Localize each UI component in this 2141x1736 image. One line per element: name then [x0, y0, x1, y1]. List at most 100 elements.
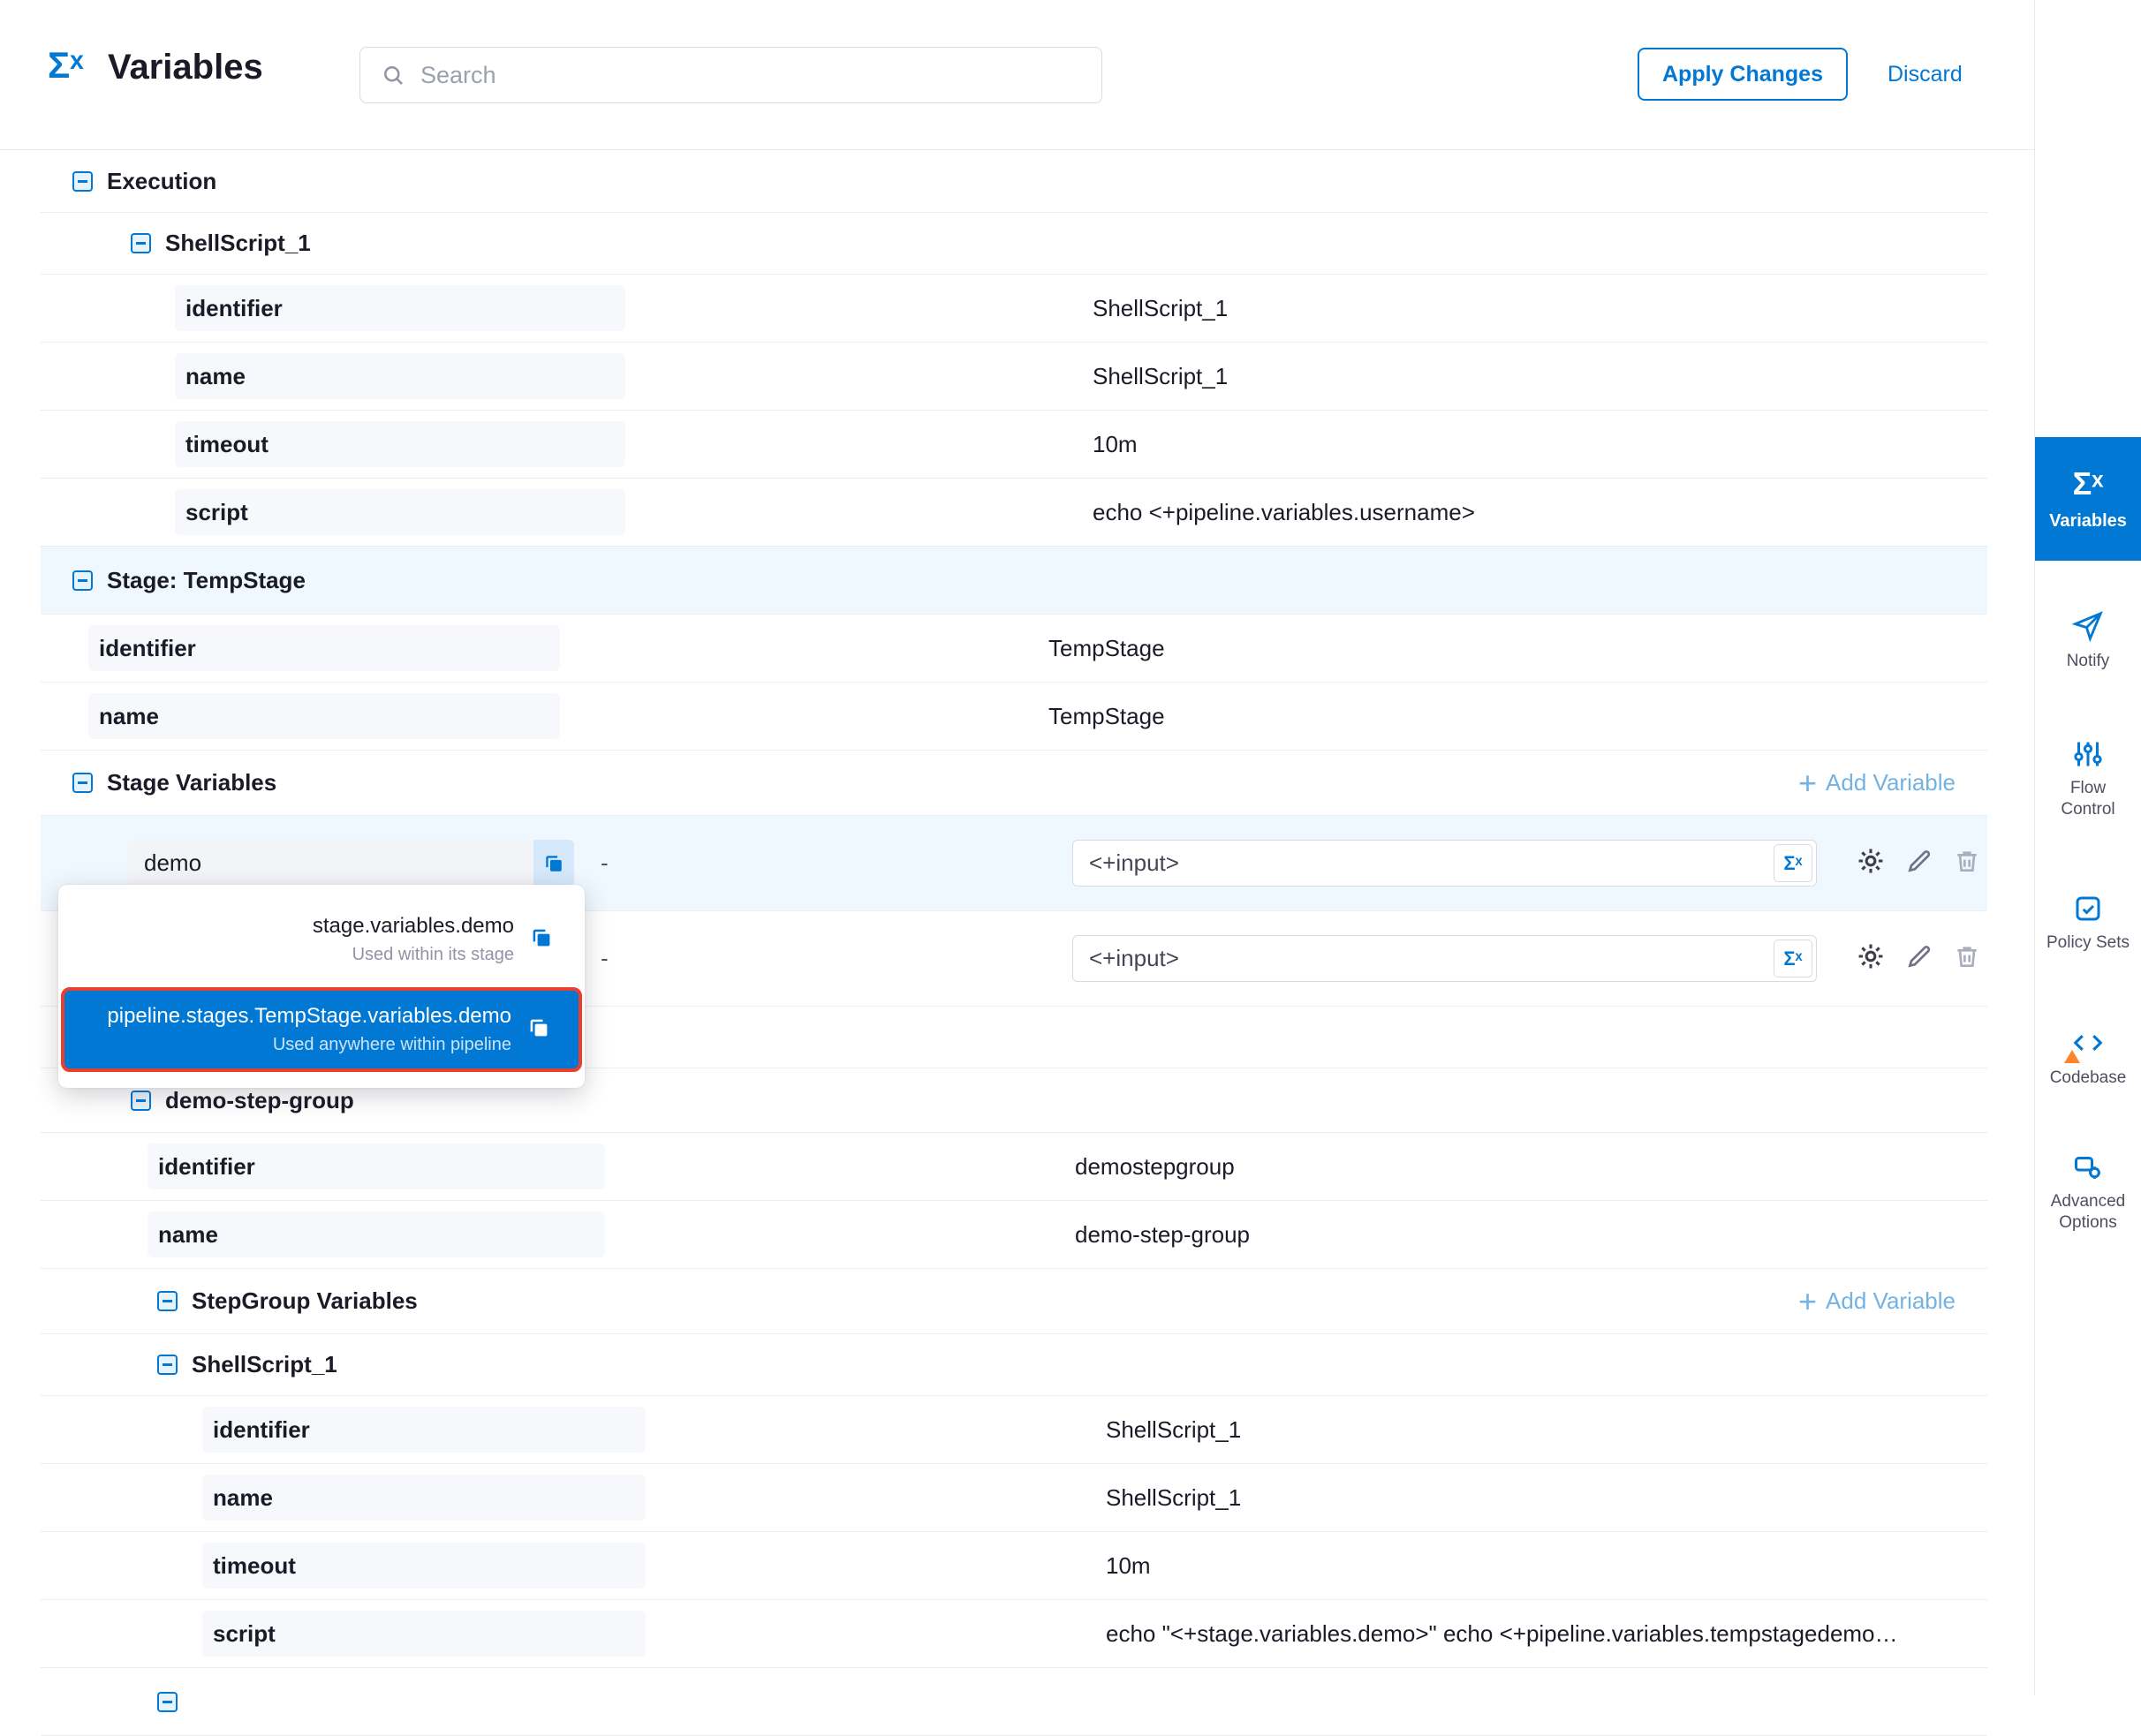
sidebar-item-variables[interactable]: Σˣ Variables: [2035, 437, 2141, 561]
value-text: ShellScript_1: [1093, 363, 1228, 390]
collapse-icon[interactable]: [131, 1091, 151, 1111]
reference-scope-hint: Used anywhere within pipeline: [107, 1035, 511, 1055]
section-row-stepgroup-variables: StepGroup Variables + Add Variable: [41, 1269, 1987, 1334]
delete-icon[interactable]: [1953, 942, 1981, 975]
variable-name-field[interactable]: demo: [128, 840, 574, 887]
reference-option-pipeline-scope[interactable]: pipeline.stages.TempStage.variables.demo…: [61, 987, 582, 1072]
key-pill: name: [202, 1475, 646, 1521]
section-row-stage-tempstage: Stage: TempStage: [41, 547, 1987, 615]
value-text: ShellScript_1: [1106, 1416, 1241, 1444]
variable-value-input[interactable]: <+input> Σˣ: [1072, 840, 1817, 887]
value-text: TempStage: [1048, 703, 1165, 730]
key-label: identifier: [185, 295, 283, 322]
collapse-icon[interactable]: [72, 171, 93, 192]
reference-option-stage-scope[interactable]: stage.variables.demo Used within its sta…: [58, 901, 585, 978]
key-label: script: [213, 1620, 276, 1648]
key-label: name: [99, 703, 159, 730]
key-pill: name: [88, 693, 560, 739]
value-text: ShellScript_1: [1093, 295, 1228, 322]
plus-icon: +: [1798, 767, 1817, 799]
value-text: demostepgroup: [1075, 1153, 1235, 1181]
search-input[interactable]: [420, 62, 1039, 89]
add-variable-button[interactable]: + Add Variable: [1798, 767, 1956, 799]
checkbox-check-icon: [2072, 893, 2104, 925]
kv-row-timeout: timeout 10m: [41, 411, 1987, 479]
kv-row-name: name TempStage: [41, 683, 1987, 751]
sidebar-item-label: Codebase: [2050, 1068, 2127, 1089]
kv-row-identifier: identifier demostepgroup: [41, 1133, 1987, 1201]
reference-path: pipeline.stages.TempStage.variables.demo: [107, 1004, 511, 1029]
variable-name: demo: [144, 849, 201, 877]
variables-sigma-icon: Σˣ: [2073, 465, 2104, 502]
collapse-icon[interactable]: [157, 1291, 178, 1311]
section-row-partial: [41, 1668, 1987, 1736]
value-text: echo "<+stage.variables.demo>" echo <+pi…: [1106, 1620, 1898, 1648]
sidebar-item-policy-sets[interactable]: Policy Sets: [2035, 871, 2141, 975]
required-dash: -: [601, 849, 609, 877]
collapse-icon[interactable]: [157, 1355, 178, 1375]
sidebar-item-flow-control[interactable]: Flow Control: [2035, 727, 2141, 831]
key-label: timeout: [213, 1552, 296, 1580]
key-pill: timeout: [202, 1543, 646, 1589]
copy-icon[interactable]: [528, 925, 555, 955]
reference-scope-hint: Used within its stage: [313, 945, 514, 965]
sidebar-item-label: Policy Sets: [2046, 932, 2130, 954]
required-dash: -: [601, 945, 609, 972]
section-label: Stage Variables: [107, 769, 276, 796]
collapse-icon[interactable]: [131, 233, 151, 253]
kv-row-identifier: identifier ShellScript_1: [41, 1396, 1987, 1464]
expression-button[interactable]: Σˣ: [1774, 844, 1812, 882]
page-title: Variables: [108, 48, 263, 87]
delete-icon[interactable]: [1953, 847, 1981, 879]
section-label: Stage: TempStage: [107, 567, 306, 594]
value-text: demo-step-group: [1075, 1221, 1250, 1249]
add-variable-label: Add Variable: [1826, 1287, 1956, 1315]
copy-icon[interactable]: [526, 1015, 552, 1045]
key-label: identifier: [213, 1416, 310, 1444]
collapse-icon[interactable]: [72, 570, 93, 591]
key-label: identifier: [158, 1153, 255, 1181]
kv-row-script: script echo <+pipeline.variables.usernam…: [41, 479, 1987, 547]
value-text: ShellScript_1: [1106, 1484, 1241, 1512]
gear-icon: [2072, 1151, 2104, 1183]
section-label: ShellScript_1: [192, 1351, 337, 1378]
sidebar-item-label: Advanced Options: [2042, 1191, 2134, 1234]
sidebar-item-advanced-options[interactable]: Advanced Options: [2035, 1139, 2141, 1245]
add-variable-label: Add Variable: [1826, 769, 1956, 796]
code-brackets-icon: [2071, 1026, 2105, 1060]
section-row-execution: Execution: [41, 151, 1987, 213]
search-box[interactable]: [359, 47, 1102, 103]
collapse-icon[interactable]: [72, 773, 93, 793]
apply-changes-button[interactable]: Apply Changes: [1638, 48, 1848, 101]
edit-icon[interactable]: [1905, 942, 1933, 975]
variables-sigma-icon: Σˣ: [48, 44, 84, 87]
key-label: name: [213, 1484, 273, 1512]
key-pill: identifier: [88, 625, 560, 671]
variable-value-input[interactable]: <+input> Σˣ: [1072, 935, 1817, 982]
key-pill: identifier: [175, 285, 625, 331]
settings-icon[interactable]: [1856, 846, 1886, 880]
warning-triangle-icon: [2064, 1050, 2080, 1063]
reference-path: stage.variables.demo: [313, 914, 514, 939]
sidebar-item-notify[interactable]: Notify: [2035, 600, 2141, 680]
edit-icon[interactable]: [1905, 847, 1933, 879]
discard-button[interactable]: Discard: [1888, 48, 1963, 101]
paper-plane-icon: [2071, 609, 2105, 643]
section-row-stage-variables: Stage Variables + Add Variable: [41, 751, 1987, 816]
collapse-icon[interactable]: [157, 1692, 178, 1712]
key-label: name: [158, 1221, 218, 1249]
expression-button[interactable]: Σˣ: [1774, 940, 1812, 977]
section-label: StepGroup Variables: [192, 1287, 418, 1315]
search-icon: [380, 62, 406, 88]
add-variable-button[interactable]: + Add Variable: [1798, 1286, 1956, 1317]
copy-icon[interactable]: [533, 840, 574, 887]
value-text: TempStage: [1048, 635, 1165, 662]
sliders-icon: [2072, 738, 2104, 770]
key-label: timeout: [185, 431, 269, 458]
sidebar-item-codebase[interactable]: Codebase: [2035, 1015, 2141, 1099]
kv-row-script: script echo "<+stage.variables.demo>" ec…: [41, 1600, 1987, 1668]
settings-icon[interactable]: [1856, 941, 1886, 976]
kv-row-name: name demo-step-group: [41, 1201, 1987, 1269]
section-label: demo-step-group: [165, 1087, 354, 1114]
top-header: Σˣ Variables Apply Changes Discard: [0, 0, 2034, 150]
